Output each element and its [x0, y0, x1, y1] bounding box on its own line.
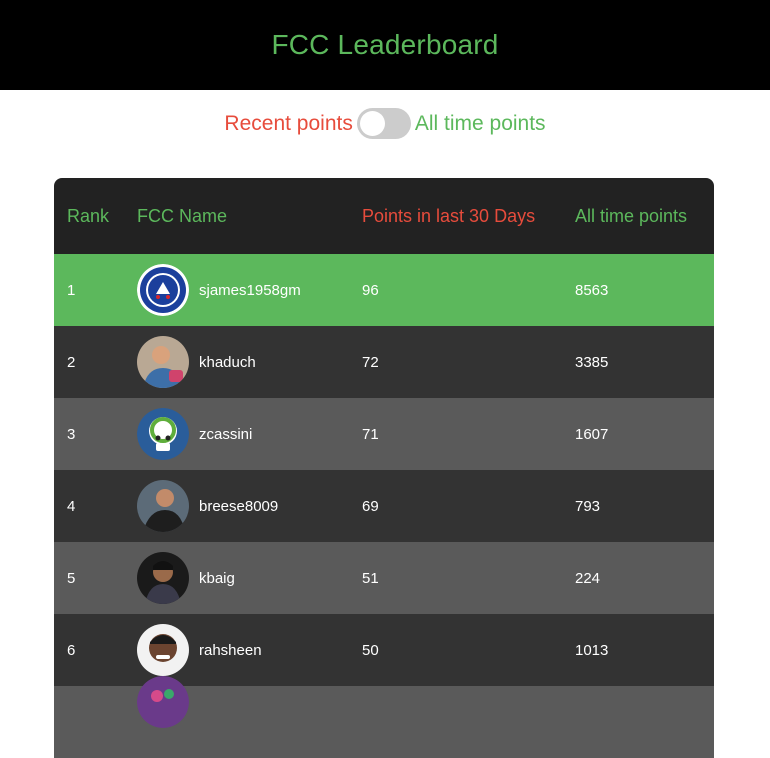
username[interactable]: khaduch: [199, 354, 256, 371]
rank-cell: 1: [67, 281, 76, 299]
chelsea-crest-avatar[interactable]: [137, 264, 189, 316]
all-time-points-cell: 1013: [575, 641, 609, 659]
rank-cell: 3: [67, 425, 76, 443]
table-row: [54, 676, 714, 758]
rank-cell: 5: [67, 569, 76, 587]
name-cell: breese8009: [137, 480, 362, 532]
user-photo-avatar[interactable]: [137, 336, 189, 388]
table-row: 2 khaduch 72 3385: [54, 326, 714, 398]
rank-cell: 4: [67, 497, 76, 515]
all-time-points-cell: 8563: [575, 281, 609, 299]
column-header-all-time-points[interactable]: All time points: [575, 206, 714, 227]
username[interactable]: sjames1958gm: [199, 282, 301, 299]
table-row: 6 rahsheen 50 1013: [54, 614, 714, 686]
column-header-rank[interactable]: Rank: [54, 206, 137, 227]
recent-points-cell: 96: [362, 281, 379, 299]
recent-points-cell: 50: [362, 641, 379, 659]
username[interactable]: kbaig: [199, 570, 235, 587]
recent-points-cell: 72: [362, 353, 379, 371]
all-time-points-cell: 3385: [575, 353, 609, 371]
table-row: 3 zcassini 71 1607: [54, 398, 714, 470]
rank-cell: 2: [67, 353, 76, 371]
toggle-knob: [359, 111, 385, 136]
skull-logo-avatar[interactable]: [137, 408, 189, 460]
recent-points-cell: 71: [362, 425, 379, 443]
all-time-points-cell: 224: [575, 569, 601, 587]
table-row: 5 kbaig 51 224: [54, 542, 714, 614]
username[interactable]: breese8009: [199, 498, 278, 515]
page-title: FCC Leaderboard: [271, 29, 499, 60]
name-cell: kbaig: [137, 552, 362, 604]
name-cell: khaduch: [137, 336, 362, 388]
recent-points-cell: 69: [362, 497, 379, 515]
all-time-points-label[interactable]: All time points: [415, 112, 546, 136]
user-photo-avatar[interactable]: [137, 624, 189, 676]
leaderboard-table: Rank FCC Name Points in last 30 Days All…: [54, 178, 714, 758]
recent-points-label[interactable]: Recent points: [224, 112, 352, 136]
name-cell: zcassini: [137, 408, 362, 460]
name-cell: [137, 676, 362, 728]
column-header-name[interactable]: FCC Name: [137, 206, 362, 227]
column-header-recent-points[interactable]: Points in last 30 Days: [362, 206, 575, 227]
rank-cell: 6: [67, 641, 76, 659]
table-row: 4 breese8009 69 793: [54, 470, 714, 542]
user-photo-avatar[interactable]: [137, 552, 189, 604]
table-row: 1 sjames1958gm 96 8563: [54, 254, 714, 326]
user-photo-avatar[interactable]: [137, 480, 189, 532]
points-toggle-switch[interactable]: [356, 108, 411, 139]
table-header: Rank FCC Name Points in last 30 Days All…: [54, 178, 714, 254]
username[interactable]: rahsheen: [199, 642, 262, 659]
name-cell: rahsheen: [137, 624, 362, 676]
name-cell: sjames1958gm: [137, 264, 362, 316]
username[interactable]: zcassini: [199, 426, 252, 443]
user-photo-avatar[interactable]: [137, 676, 189, 728]
all-time-points-cell: 1607: [575, 425, 609, 443]
all-time-points-cell: 793: [575, 497, 601, 515]
recent-points-cell: 51: [362, 569, 379, 587]
points-toggle-row: Recent points All time points: [0, 108, 770, 139]
top-bar: FCC Leaderboard: [0, 0, 770, 90]
